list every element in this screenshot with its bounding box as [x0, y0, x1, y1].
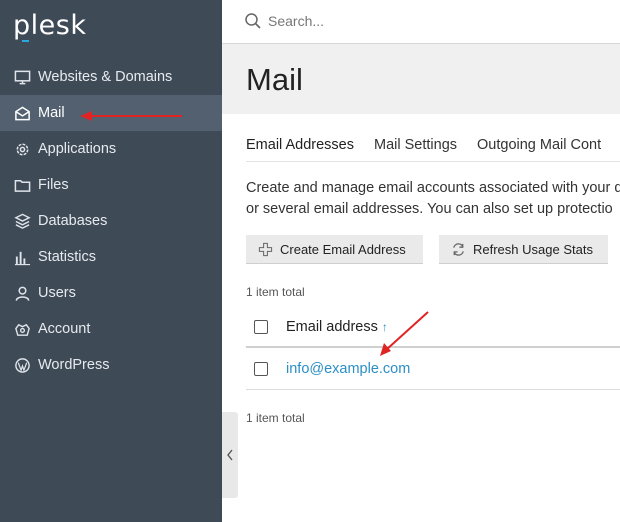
refresh-usage-stats-button[interactable]: Refresh Usage Stats	[439, 235, 608, 264]
email-address-link[interactable]: info@example.com	[286, 361, 410, 377]
sidebar-item-label: Users	[38, 285, 76, 301]
sidebar-item-account[interactable]: Account	[0, 311, 222, 347]
sidebar-nav: Websites & Domains Mail Applications Fil…	[0, 59, 222, 383]
create-email-address-button[interactable]: Create Email Address	[246, 235, 423, 264]
sidebar-item-label: Applications	[38, 141, 117, 157]
sidebar-item-label: Files	[38, 177, 69, 193]
select-all-checkbox[interactable]	[254, 319, 268, 334]
search-input[interactable]	[268, 13, 528, 29]
description-line: or several email addresses. You can also…	[246, 201, 613, 217]
envelope-icon	[13, 104, 31, 122]
sidebar-item-label: Websites & Domains	[38, 69, 173, 85]
refresh-icon	[453, 242, 464, 256]
sidebar-item-wordpress[interactable]: WordPress	[0, 347, 222, 383]
email-table: Email address ↑ info@example.com	[246, 307, 620, 390]
tab-outgoing-mail-control[interactable]: Outgoing Mail Cont	[477, 137, 601, 162]
plesk-logo[interactable]: plesk	[13, 10, 86, 41]
account-icon	[13, 320, 31, 338]
bar-chart-icon	[13, 248, 31, 266]
button-label: Create Email Address	[280, 241, 406, 257]
sidebar-item-statistics[interactable]: Statistics	[0, 239, 222, 275]
sidebar-item-label: Statistics	[38, 249, 97, 265]
tab-mail-settings[interactable]: Mail Settings	[374, 137, 457, 162]
page-header: Mail	[222, 44, 620, 114]
user-icon	[13, 284, 31, 302]
items-total-top: 1 item total	[246, 285, 305, 299]
table-row: info@example.com	[246, 348, 620, 390]
page-title: Mail	[246, 62, 303, 97]
sidebar-item-label: Account	[38, 321, 91, 337]
sidebar-item-files[interactable]: Files	[0, 167, 222, 203]
tab-email-addresses[interactable]: Email Addresses	[246, 137, 354, 162]
monitor-icon	[13, 68, 31, 86]
column-header-label: Email address	[286, 318, 378, 335]
description-line: Create and manage email accounts associa…	[246, 180, 620, 196]
sidebar-item-databases[interactable]: Databases	[0, 203, 222, 239]
sidebar-item-websites-domains[interactable]: Websites & Domains	[0, 59, 222, 95]
wordpress-icon	[13, 356, 31, 374]
plus-icon	[258, 242, 273, 256]
sidebar-item-label: WordPress	[38, 357, 110, 373]
database-icon	[13, 212, 31, 230]
gear-icon	[13, 140, 31, 158]
items-total-bottom: 1 item total	[246, 411, 305, 425]
sidebar-collapse-button[interactable]	[222, 412, 238, 498]
page-description: Create and manage email accounts associa…	[246, 178, 620, 220]
search-icon	[245, 13, 261, 29]
sidebar-item-label: Databases	[38, 213, 108, 229]
tabs: Email Addresses Mail Settings Outgoing Mai…	[246, 136, 620, 162]
sidebar-item-users[interactable]: Users	[0, 275, 222, 311]
sidebar-item-applications[interactable]: Applications	[0, 131, 222, 167]
sort-ascending-icon: ↑	[381, 319, 388, 334]
button-label: Refresh Usage Stats	[473, 241, 593, 257]
chevron-left-icon	[227, 449, 233, 461]
search-box	[244, 8, 544, 34]
sidebar: plesk Websites & Domains Mail Applicatio…	[0, 0, 222, 522]
top-bar	[222, 0, 620, 44]
sidebar-item-label: Mail	[38, 105, 65, 121]
logo-accent	[22, 40, 29, 42]
table-header-row: Email address ↑	[246, 307, 620, 348]
folder-icon	[13, 176, 31, 194]
tabs-divider	[246, 161, 620, 162]
row-checkbox[interactable]	[254, 361, 268, 376]
column-header-email-address[interactable]: Email address ↑	[286, 319, 388, 335]
sidebar-item-mail[interactable]: Mail	[0, 95, 222, 131]
